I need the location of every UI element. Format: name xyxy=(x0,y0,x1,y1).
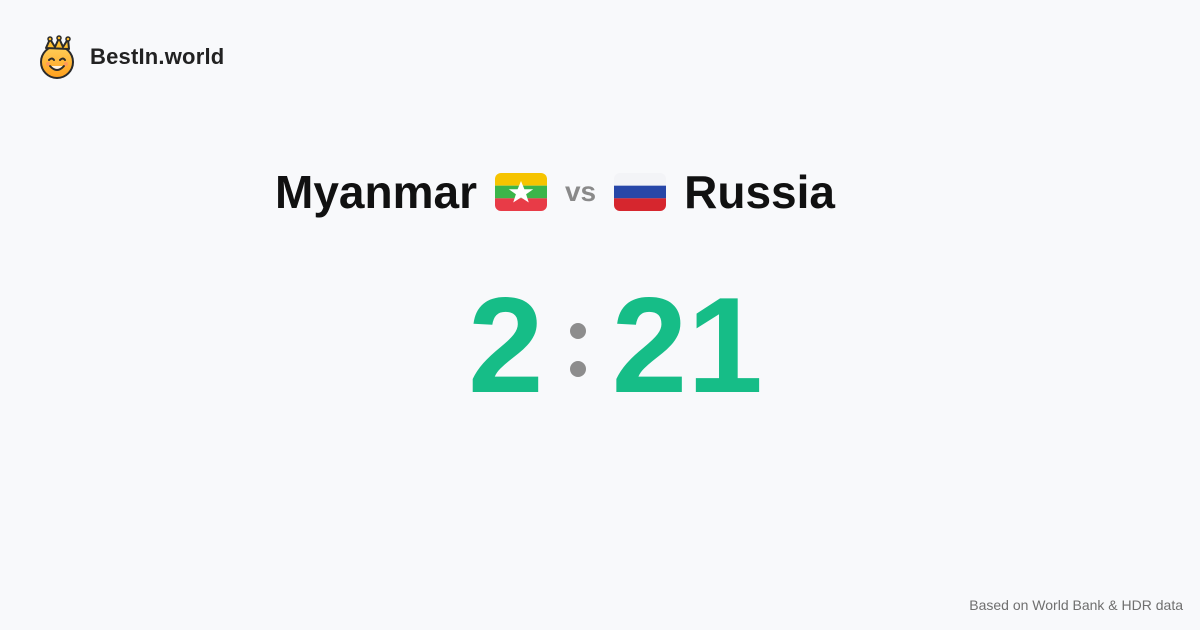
right-country-name: Russia xyxy=(684,166,835,218)
score-separator-dot-top xyxy=(569,323,586,339)
score-separator-dot-bottom xyxy=(569,361,586,377)
brand-name: BestIn.world xyxy=(90,44,225,69)
data-source-note: Based on World Bank & HDR data xyxy=(969,597,1183,613)
brand-header: BestIn.world xyxy=(38,35,224,79)
myanmar-flag-icon xyxy=(494,173,547,211)
crown-smile-icon xyxy=(40,35,74,79)
left-score: 2 xyxy=(468,269,544,421)
left-country-name: Myanmar xyxy=(275,166,477,218)
russia-flag-icon xyxy=(614,173,667,211)
score-separator xyxy=(569,323,586,377)
country-matchup: Myanmar vs Russia xyxy=(275,160,835,224)
versus-label: vs xyxy=(564,176,597,207)
right-score: 21 xyxy=(611,269,763,421)
score-display: 2 21 xyxy=(468,270,763,420)
